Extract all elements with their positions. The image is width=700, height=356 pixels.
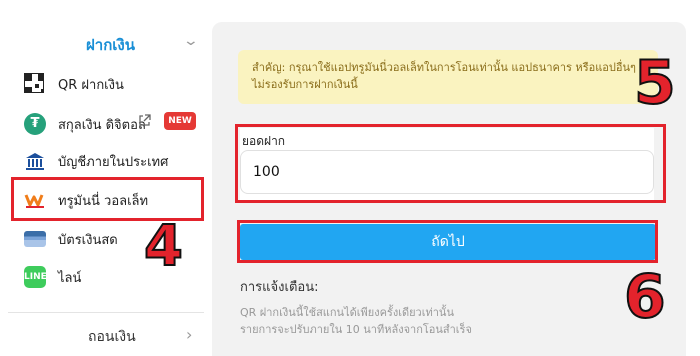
- chevron-down-icon: ⌄: [182, 33, 200, 49]
- step-number-5: 5: [633, 47, 677, 119]
- bank-icon: [26, 153, 44, 170]
- deposit-section-header[interactable]: ฝากเงิน ⌄: [0, 24, 212, 64]
- qr-code-icon: [24, 73, 44, 93]
- highlight-box-amount: [235, 124, 666, 203]
- warning-line: รายการจะปรับภายใน 10 นาทีหลังจากโอนสำเร็…: [240, 323, 472, 336]
- cash-card-icon: [24, 231, 46, 247]
- warning-text: QR ฝากเงินนี้ใช้สแกนได้เพียงครั้งเดียวเท…: [240, 304, 472, 338]
- sidebar-item-label: บัตรเงินสด: [58, 233, 118, 248]
- sidebar-item-crypto[interactable]: ₮ สกุลเงิน ดิจิตอล NEW: [0, 104, 212, 142]
- new-badge: NEW: [164, 112, 196, 130]
- step-number-4: 4: [143, 213, 184, 280]
- sidebar-item-label: สกุลเงิน ดิจิตอล: [58, 118, 146, 133]
- sidebar-item-label: QR ฝากเงิน: [58, 78, 124, 93]
- sidebar-item-qr-deposit[interactable]: QR ฝากเงิน: [0, 64, 212, 102]
- external-link-icon: [139, 114, 151, 126]
- step-number-6: 6: [623, 261, 667, 333]
- sidebar-item-label: ไลน์: [58, 271, 82, 286]
- sidebar-divider: [8, 312, 204, 313]
- withdraw-label: ถอนเงิน: [88, 329, 136, 345]
- warning-title: การแจ้งเตือน:: [240, 280, 319, 295]
- deposit-section-title: ฝากเงิน: [86, 36, 135, 54]
- withdraw-section-header[interactable]: ถอนเงิน ›: [0, 320, 212, 350]
- sidebar-item-domestic-bank[interactable]: บัญชีภายในประเทศ: [0, 141, 212, 179]
- highlight-box-next: [237, 220, 658, 263]
- warning-line: QR ฝากเงินนี้ใช้สแกนได้เพียงครั้งเดียวเท…: [240, 306, 454, 319]
- line-icon: LINE: [24, 266, 47, 288]
- sidebar-item-label: บัญชีภายในประเทศ: [58, 155, 169, 170]
- tether-icon: ₮: [24, 113, 46, 135]
- chevron-right-icon: ›: [186, 325, 193, 344]
- notice-banner: สำคัญ: กรุณาใช้แอปทรูมันนี่วอลเล็ทในการโ…: [238, 50, 658, 104]
